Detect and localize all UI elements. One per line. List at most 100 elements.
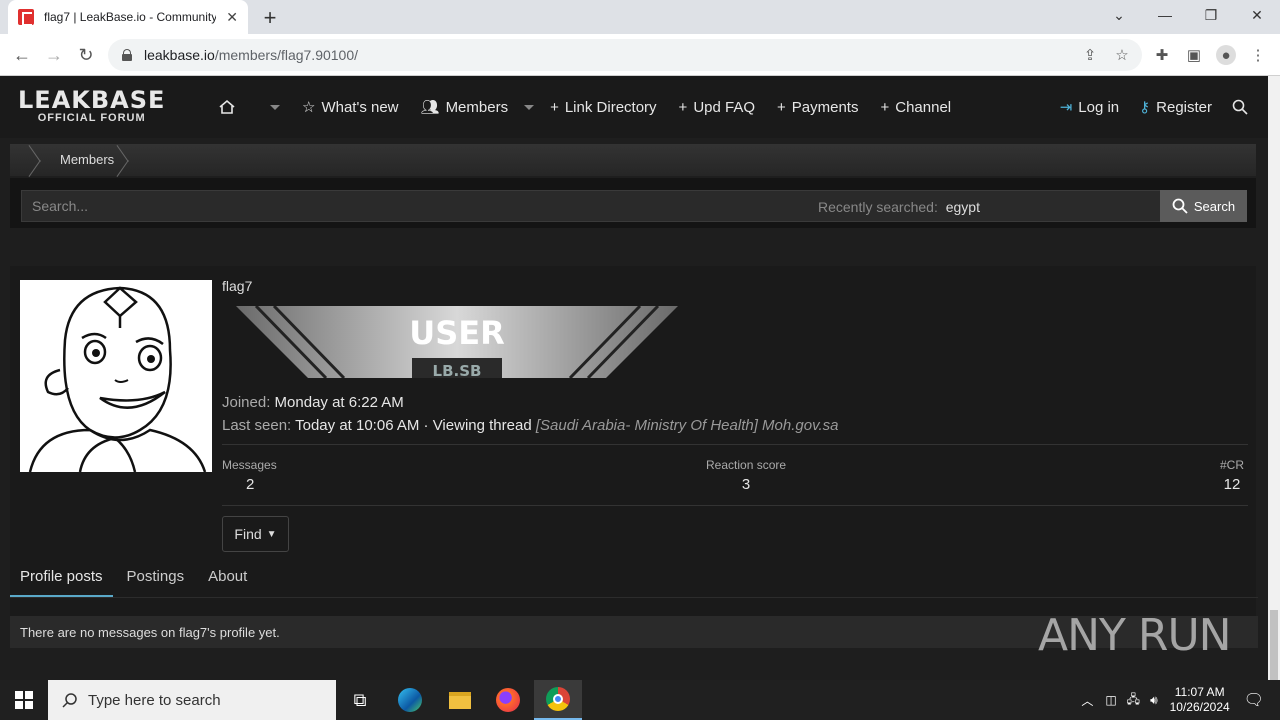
plus-icon: + [678,98,688,116]
last-seen-thread-link[interactable]: [Saudi Arabia- Ministry Of Health] Moh.g… [536,417,839,434]
avatar[interactable] [20,280,212,472]
joined-value: Monday at 6:22 AM [274,394,404,411]
breadcrumb: Members [10,144,1256,176]
windows-taskbar: Type here to search ⧉ ︿ ◫ 🖧︎ 🔊︎ 11:07 AM… [0,680,1280,720]
lock-icon [122,49,132,61]
restore-icon[interactable]: ❐ [1188,0,1234,30]
logo-sub-text: OFFICIAL FORUM [37,112,146,124]
volume-icon[interactable]: 🔊︎ [1150,693,1158,708]
sign-in-icon: ⇥ [1059,99,1073,116]
nav-link-directory[interactable]: + Link Directory [550,99,656,116]
side-panel-icon[interactable]: ▣ [1184,45,1204,65]
taskbar-search-placeholder: Type here to search [88,691,221,709]
site-logo[interactable]: LEAKBASE OFFICIAL FORUM [18,88,165,124]
search-placeholder: Search... [32,198,89,214]
profile-tabs: Profile posts Postings About [10,568,257,598]
register-link[interactable]: ⚷ Register [1139,98,1212,117]
stat-value: 12 [1223,476,1241,493]
stat-label: #CR [1220,458,1245,472]
tab-about[interactable]: About [198,568,257,598]
nav-payments[interactable]: + Payments [777,99,858,116]
reload-icon[interactable]: ↻ [74,43,98,67]
search-icon [62,693,77,708]
page-scrollbar[interactable] [1268,76,1280,680]
close-tab-icon[interactable]: ✕ [226,9,238,26]
tray-app-icon[interactable]: ◫ [1105,693,1116,707]
find-button[interactable]: Find ▼ [222,516,289,552]
share-icon[interactable]: ⇪ [1080,45,1100,65]
stat-reaction-score[interactable]: Reaction score 3 [706,458,786,493]
nav-upd-faq-label: Upd FAQ [693,98,756,116]
file-explorer-icon[interactable] [436,680,484,720]
tab-postings[interactable]: Postings [117,568,195,598]
nav-link-directory-label: Link Directory [564,98,657,116]
nav-members[interactable]: 👥︎ Members [421,98,509,117]
joined-row: Joined: Monday at 6:22 AM [222,394,404,411]
chrome-icon[interactable] [534,680,582,720]
key-icon: ⚷ [1139,99,1151,116]
new-tab-icon[interactable]: + [258,5,282,31]
profile-icon[interactable]: ● [1216,45,1236,65]
members-dropdown-caret-icon[interactable] [524,104,535,110]
stat-value: 2 [246,476,255,493]
browser-tabbar: flag7 | LeakBase.io - Community ✕ + ⌄ — … [0,0,1280,34]
extensions-icon[interactable]: ✚ [1152,45,1172,65]
plus-icon: + [777,98,786,116]
site-favicon-icon [18,9,34,26]
plus-icon: + [880,98,890,116]
site-header: LEAKBASE OFFICIAL FORUM ☆ What's new 👥︎ … [0,76,1268,138]
minimize-icon[interactable]: — [1142,0,1188,30]
taskbar-search-input[interactable]: Type here to search [48,680,336,720]
forward-icon[interactable]: → [42,43,66,67]
taskbar-clock[interactable]: 11:07 AM 10/26/2024 [1170,685,1230,715]
stat-cr[interactable]: #CR 12 [1220,458,1244,493]
clock-time: 11:07 AM [1174,685,1225,699]
browser-toolbar: ← → ↻ leakbase.io/members/flag7.90100/ ⇪… [0,34,1280,76]
tabs-divider [10,597,1258,598]
clock-date: 10/26/2024 [1169,700,1230,714]
recent-searches: Recently searched: egypt [818,199,980,215]
breadcrumb-members[interactable]: Members [60,152,114,167]
stat-label: Reaction score [706,458,787,472]
last-seen-value: Today at 10:06 AM · Viewing thread [295,417,532,434]
window-close-icon[interactable]: ✕ [1234,0,1280,30]
nav-channel[interactable]: + Channel [880,99,951,116]
task-view-icon[interactable]: ⧉ [336,680,384,720]
login-link[interactable]: ⇥ Log in [1059,98,1119,117]
nav-upd-faq[interactable]: + Upd FAQ [679,99,755,116]
search-input[interactable]: Search... Recently searched: egypt [21,190,1161,222]
edge-icon[interactable] [386,680,434,720]
back-icon[interactable]: ← [10,43,34,67]
banner-tag: LB.SB [433,362,482,378]
tab-search-icon[interactable]: ⌄ [1096,0,1142,30]
stat-messages[interactable]: Messages 2 [222,458,277,493]
main-nav: ☆ What's new 👥︎ Members + Link Directory… [218,76,951,138]
find-label: Find [234,526,262,542]
home-dropdown-caret-icon[interactable] [270,104,280,110]
nav-members-label: Members [445,98,509,116]
address-bar[interactable]: leakbase.io/members/flag7.90100/ [108,39,1142,71]
search-button[interactable]: Search [1160,190,1247,222]
avatar-drawing [28,286,207,472]
browser-tab[interactable]: flag7 | LeakBase.io - Community ✕ [8,0,248,34]
home-icon[interactable] [218,99,236,115]
last-seen-row: Last seen: Today at 10:06 AM · Viewing t… [222,417,838,434]
nav-whats-new-label: What's new [321,98,399,116]
stat-value: 3 [741,476,751,493]
nav-whats-new[interactable]: ☆ What's new [302,98,399,117]
menu-kebab-icon[interactable]: ⋮ [1248,45,1268,65]
notification-icon[interactable]: 🗨︎ [1244,690,1264,710]
tab-profile-posts[interactable]: Profile posts [10,568,113,598]
bookmark-star-icon[interactable]: ☆ [1112,45,1132,65]
firefox-icon[interactable] [484,680,532,720]
star-icon: ☆ [302,99,316,116]
windows-start-icon[interactable] [0,680,48,720]
header-search-icon[interactable] [1232,99,1248,115]
tray-chevron-up-icon[interactable]: ︿ [1081,692,1093,709]
network-icon[interactable]: 🖧︎ [1127,690,1140,711]
recent-term-link[interactable]: egypt [946,199,980,215]
user-title-banner: USER LB.SB [236,304,678,380]
nav-channel-label: Channel [895,98,952,116]
joined-label: Joined: [222,394,271,411]
system-tray: ︿ ◫ 🖧︎ 🔊︎ 11:07 AM 10/26/2024 🗨︎ [1081,680,1280,720]
